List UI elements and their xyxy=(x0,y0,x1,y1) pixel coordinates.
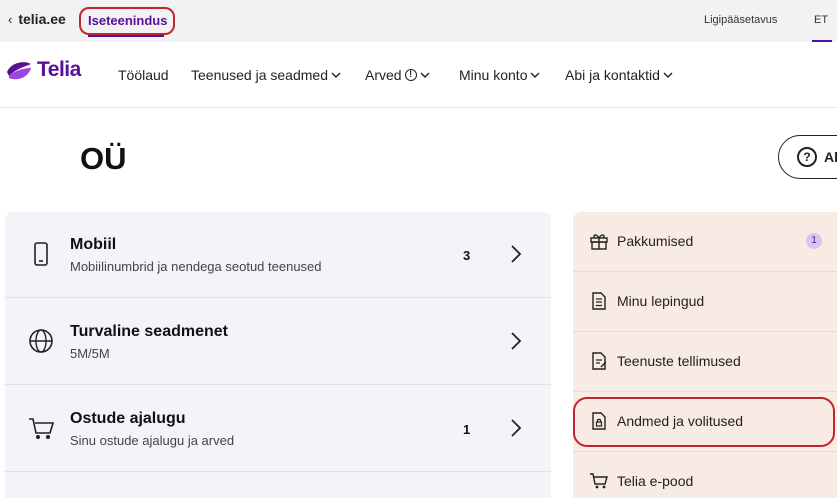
sidebar-item-lepingud[interactable]: Minu lepingud xyxy=(573,272,837,332)
sidebar-label: Minu lepingud xyxy=(617,293,705,309)
chevron-right-icon xyxy=(511,332,522,350)
phone-icon xyxy=(34,242,48,266)
service-count: 1 xyxy=(463,422,471,437)
back-label: telia.ee xyxy=(18,11,66,27)
logo-wordmark: Telia xyxy=(37,58,81,81)
sidebar-label: Pakkumised xyxy=(617,233,694,249)
service-title: Turvaline seadmenet xyxy=(70,323,228,340)
cart-icon xyxy=(590,473,608,489)
service-row-mobiil[interactable]: Mobiil Mobiilinumbrid ja nendega seotud … xyxy=(5,212,551,298)
quick-links-sidebar: Pakkumised 1 Minu lepingud Teenuste tell… xyxy=(573,212,837,498)
company-name: OÜ xyxy=(80,141,127,176)
cart-icon xyxy=(29,418,55,439)
order-icon xyxy=(592,352,607,370)
main-nav: Telia Töölaud Teenused ja seadmed Arved … xyxy=(0,42,837,108)
question-icon: ? xyxy=(797,147,817,167)
service-subtitle: Sinu ostude ajalugu ja arved xyxy=(70,433,235,448)
top-bar: ‹ telia.ee Iseteenindus Ligipääsetavus E… xyxy=(0,0,837,42)
sidebar-item-pakkumised[interactable]: Pakkumised 1 xyxy=(573,212,837,272)
tab-iseteenindus[interactable]: Iseteenindus xyxy=(79,7,175,37)
sidebar-item-epood[interactable]: Telia e-pood xyxy=(573,452,837,498)
services-list: Mobiil Mobiilinumbrid ja nendega seotud … xyxy=(5,212,551,498)
nav-label: Teenused ja seadmed xyxy=(191,67,328,83)
nav-item-minu-konto[interactable]: Minu konto xyxy=(459,67,540,83)
document-lock-icon xyxy=(592,412,606,430)
chevron-right-icon xyxy=(511,419,522,437)
chevron-right-icon xyxy=(511,245,522,263)
nav-item-arved[interactable]: Arved ! xyxy=(365,67,430,83)
sidebar-item-tellimused[interactable]: Teenuste tellimused xyxy=(573,332,837,392)
accessibility-link[interactable]: Ligipääsetavus xyxy=(704,14,777,26)
chevron-down-icon xyxy=(420,72,430,78)
help-button-label: Ab xyxy=(824,149,837,165)
chevron-down-icon xyxy=(663,72,673,78)
service-row-ostude[interactable]: Ostude ajalugu Sinu ostude ajalugu ja ar… xyxy=(5,386,551,472)
service-title: Mobiil xyxy=(70,236,117,253)
active-tab-underline xyxy=(88,35,164,37)
language-selector[interactable]: ET xyxy=(814,14,828,26)
globe-icon xyxy=(29,329,53,353)
telia-pebble-icon xyxy=(7,62,31,80)
chevron-left-icon: ‹ xyxy=(8,11,13,27)
service-subtitle: 5M/5M xyxy=(70,346,110,361)
nav-item-abi[interactable]: Abi ja kontaktid xyxy=(565,67,673,83)
sidebar-label: Teenuste tellimused xyxy=(617,353,741,369)
sidebar-label: Telia e-pood xyxy=(617,473,694,489)
sidebar-item-andmed[interactable]: Andmed ja volitused xyxy=(573,392,837,452)
service-title: Ostude ajalugu xyxy=(70,410,186,427)
telia-logo[interactable]: Telia xyxy=(5,58,81,82)
tab-label: Iseteenindus xyxy=(88,13,168,28)
chevron-down-icon xyxy=(530,72,540,78)
contract-icon xyxy=(592,292,606,310)
alert-icon: ! xyxy=(404,69,417,81)
nav-label: Abi ja kontaktid xyxy=(565,67,660,83)
nav-label: Töölaud xyxy=(118,67,169,83)
service-row-turvaline[interactable]: Turvaline seadmenet 5M/5M xyxy=(5,299,551,385)
back-to-telia-link[interactable]: ‹ telia.ee xyxy=(8,11,66,27)
sidebar-label: Andmed ja volitused xyxy=(617,413,744,429)
nav-item-toolaud[interactable]: Töölaud xyxy=(118,67,169,83)
help-button[interactable]: ? Ab xyxy=(778,135,837,179)
service-subtitle: Mobiilinumbrid ja nendega seotud teenuse… xyxy=(70,259,322,274)
service-count: 3 xyxy=(463,248,471,263)
nav-label: Minu konto xyxy=(459,67,528,83)
gift-icon xyxy=(590,234,608,250)
nav-label: Arved xyxy=(365,67,402,83)
chevron-down-icon xyxy=(331,72,341,78)
nav-item-teenused[interactable]: Teenused ja seadmed xyxy=(191,67,341,83)
notification-badge: 1 xyxy=(806,233,822,249)
